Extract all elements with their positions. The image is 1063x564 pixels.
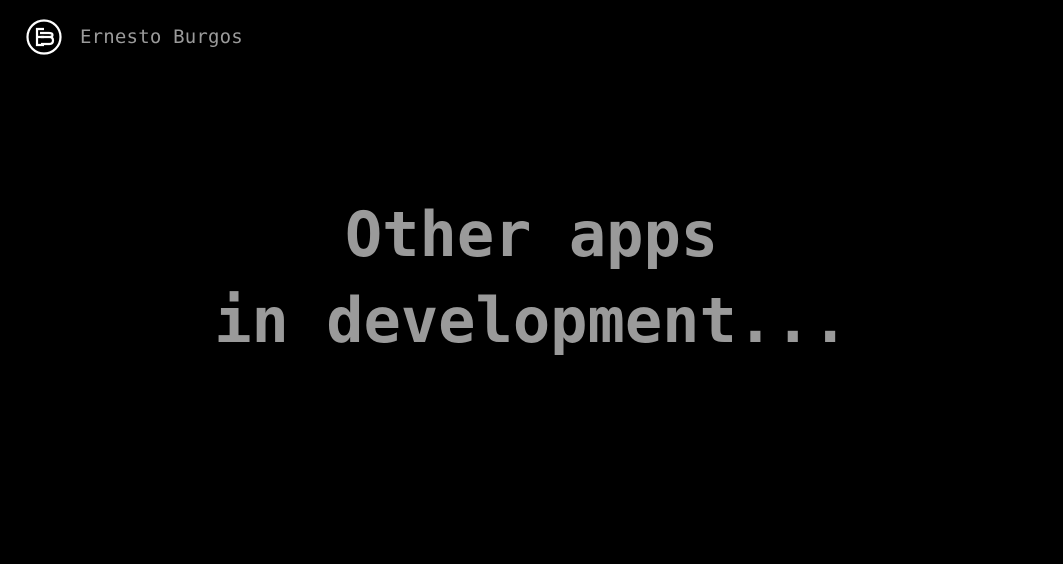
- main-message: Other apps in development...: [0, 192, 1063, 364]
- message-line-1: Other apps: [344, 198, 719, 271]
- message-line-2: in development...: [214, 284, 849, 357]
- author-name: Ernesto Burgos: [80, 25, 243, 48]
- page: Ernesto Burgos Other apps in development…: [0, 0, 1063, 564]
- home-link[interactable]: Ernesto Burgos: [26, 19, 243, 55]
- eb-monogram-logo-icon: [26, 19, 62, 55]
